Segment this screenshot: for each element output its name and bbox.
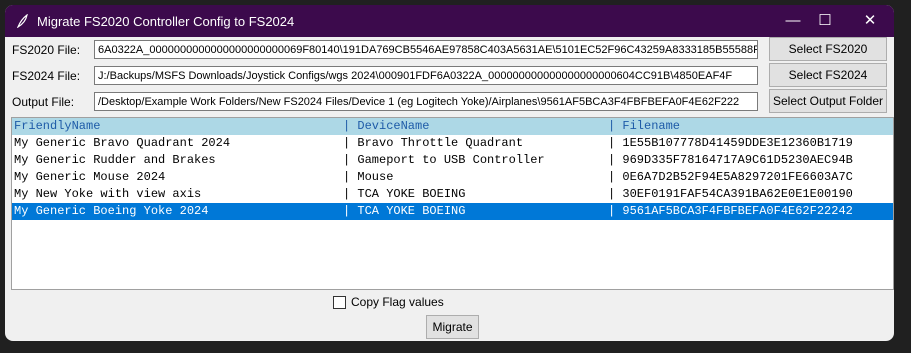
output-file-field[interactable]: /Desktop/Example Work Folders/New FS2024… bbox=[94, 92, 758, 111]
device-name-cell: | TCA YOKE BOEING bbox=[343, 204, 466, 218]
header-friendly-name: FriendlyName bbox=[14, 119, 101, 133]
filename-cell: | 0E6A7D2B52F94E5A8297201FE6603A7C bbox=[608, 170, 853, 184]
friendly-name-cell: My New Yoke with view axis bbox=[14, 187, 202, 201]
select-output-folder-button[interactable]: Select Output Folder bbox=[769, 89, 887, 113]
header-device-name: | DeviceName bbox=[343, 119, 430, 133]
fs2020-file-label: FS2020 File: bbox=[12, 43, 81, 57]
list-item[interactable]: My Generic Bravo Quadrant 2024 | Bravo T… bbox=[12, 135, 893, 152]
list-header: FriendlyName | DeviceName | Filename bbox=[12, 118, 893, 135]
filename-cell: | 969D335F78164717A9C61D5230AEC94B bbox=[608, 153, 853, 167]
filename-cell: | 1E55B107778D41459DDE3E12360B1719 bbox=[608, 136, 853, 150]
friendly-name-cell: My Generic Bravo Quadrant 2024 bbox=[14, 136, 231, 150]
migrate-button[interactable]: Migrate bbox=[426, 315, 479, 339]
list-item[interactable]: My Generic Mouse 2024 | Mouse | 0E6A7D2B… bbox=[12, 169, 893, 186]
select-fs2024-folder-button[interactable]: Select FS2024 Folder bbox=[769, 63, 887, 104]
header-filename: | Filename bbox=[608, 119, 681, 133]
device-name-cell: | Gameport to USB Controller bbox=[343, 153, 545, 167]
close-button[interactable]: ✕ bbox=[850, 5, 890, 37]
friendly-name-cell: My Generic Boeing Yoke 2024 bbox=[14, 204, 209, 218]
maximize-button[interactable]: ☐ bbox=[805, 5, 845, 37]
filename-cell: | 30EF0191FAF54CA391BA62E0E1E00190 bbox=[608, 187, 853, 201]
copy-flag-values-label: Copy Flag values bbox=[351, 295, 444, 309]
list-item-selected[interactable]: My Generic Boeing Yoke 2024 | TCA YOKE B… bbox=[12, 203, 893, 220]
config-list[interactable]: FriendlyName | DeviceName | Filename My … bbox=[11, 117, 894, 290]
device-name-cell: | Bravo Throttle Quadrant bbox=[343, 136, 524, 150]
device-name-cell: | Mouse bbox=[343, 170, 394, 184]
friendly-name-cell: My Generic Rudder and Brakes bbox=[14, 153, 216, 167]
app-window: Migrate FS2020 Controller Config to FS20… bbox=[5, 5, 894, 341]
list-item[interactable]: My Generic Rudder and Brakes | Gameport … bbox=[12, 152, 893, 169]
fs2024-file-label: FS2024 File: bbox=[12, 69, 81, 83]
title-bar[interactable]: Migrate FS2020 Controller Config to FS20… bbox=[5, 5, 894, 37]
output-file-label: Output File: bbox=[12, 95, 75, 109]
window-title: Migrate FS2020 Controller Config to FS20… bbox=[37, 14, 295, 29]
fs2020-file-field[interactable]: 6A0322A_0000000000000000000000069F80140\… bbox=[94, 40, 758, 59]
fs2024-file-field[interactable]: J:/Backups/MSFS Downloads/Joystick Confi… bbox=[94, 66, 758, 85]
select-fs2020-folder-button[interactable]: Select FS2020 Folder bbox=[769, 37, 887, 78]
filename-cell: | 9561AF5BCA3F4FBFBEFA0F4E62F22242 bbox=[608, 204, 853, 218]
friendly-name-cell: My Generic Mouse 2024 bbox=[14, 170, 166, 184]
device-name-cell: | TCA YOKE BOEING bbox=[343, 187, 466, 201]
copy-flag-values-checkbox[interactable] bbox=[333, 296, 346, 309]
list-item[interactable]: My New Yoke with view axis | TCA YOKE BO… bbox=[12, 186, 893, 203]
feather-icon bbox=[15, 13, 29, 29]
